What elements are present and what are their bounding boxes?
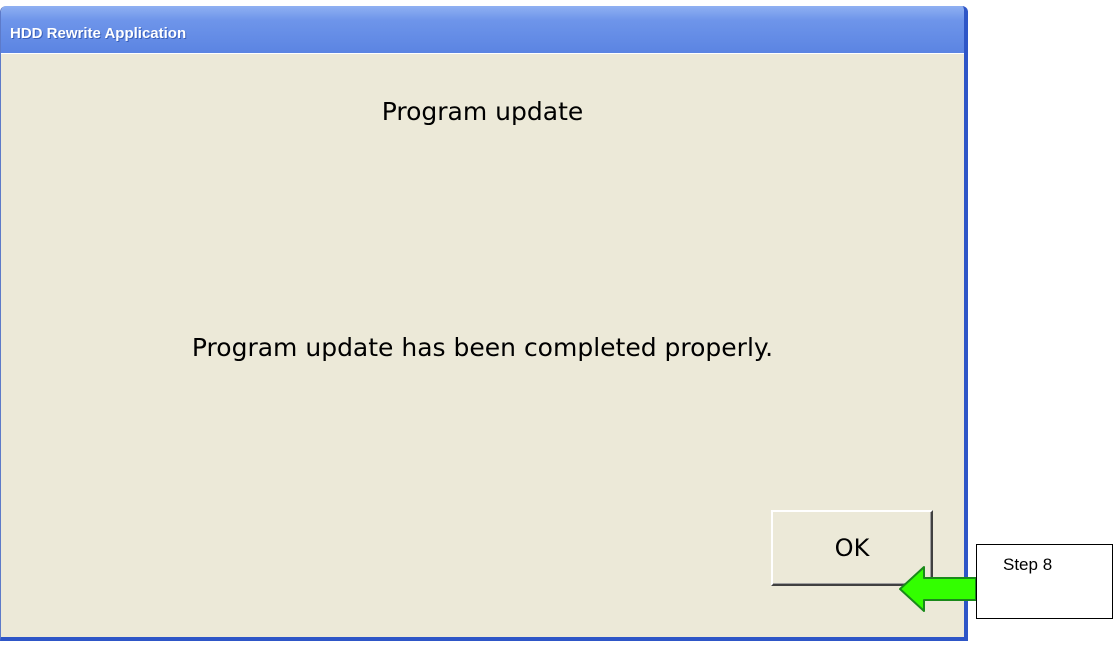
completion-message: Program update has been completed proper… <box>191 333 774 362</box>
step-callout: Step 8 <box>976 544 1113 619</box>
pointer-arrow-icon <box>899 566 977 612</box>
title-bar[interactable]: HDD Rewrite Application <box>1 6 964 54</box>
dialog-heading: Program update <box>381 97 584 126</box>
window-title: HDD Rewrite Application <box>10 25 187 42</box>
